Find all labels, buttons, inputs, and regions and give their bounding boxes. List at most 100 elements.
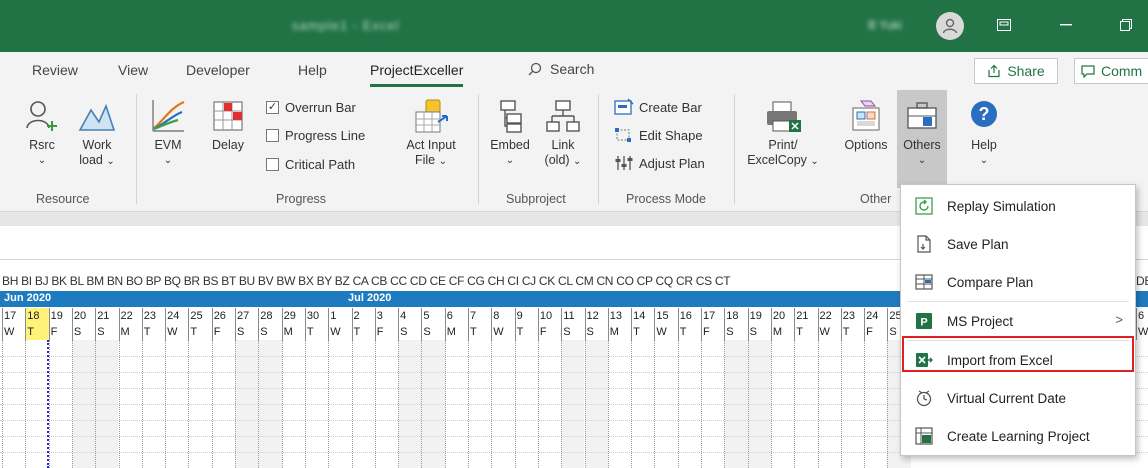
tab-view[interactable]: View	[118, 62, 148, 78]
day-cell: 10	[537, 308, 561, 324]
act-input-file-button[interactable]: Act Input File ⌄	[396, 98, 466, 169]
menu-item-compare-plan[interactable]: Compare Plan	[901, 263, 1135, 301]
tab-review[interactable]: Review	[32, 62, 78, 78]
search-box[interactable]: Search	[528, 61, 594, 77]
create-bar-icon	[614, 98, 634, 115]
rsrc-button[interactable]: Rsrc ⌄	[22, 98, 62, 168]
weekday-cell: F	[48, 324, 72, 340]
toolbox-icon	[907, 102, 937, 129]
menu-label: Virtual Current Date	[947, 390, 1067, 406]
menu-label: Replay Simulation	[947, 198, 1056, 214]
checkbox-checked-icon: ✓	[266, 101, 279, 114]
workload-button[interactable]: Work load ⌄	[72, 98, 122, 169]
tab-developer[interactable]: Developer	[186, 62, 250, 78]
day-cell: 26	[211, 308, 235, 324]
day-cell: 8	[491, 308, 514, 324]
others-dropdown-menu: Replay Simulation Save Plan Compare Plan…	[900, 184, 1136, 456]
day-cell: 13	[607, 308, 631, 324]
help-button[interactable]: ? Help ⌄	[962, 98, 1006, 168]
evm-chart-icon	[152, 100, 185, 132]
excelcopy-label: ExcelCopy	[747, 153, 807, 167]
menu-item-replay-simulation[interactable]: Replay Simulation	[901, 187, 1135, 225]
share-button[interactable]: Share	[974, 58, 1058, 84]
create-bar-button[interactable]: Create Bar	[614, 98, 702, 116]
menu-item-save-plan[interactable]: Save Plan	[901, 225, 1135, 263]
day-cell: 29	[281, 308, 305, 324]
weekday-cell: M	[444, 324, 468, 340]
day-cell: 2	[351, 308, 375, 324]
critical-path-label: Critical Path	[285, 157, 356, 172]
adjust-plan-label: Adjust Plan	[639, 155, 705, 171]
comments-button[interactable]: Comm	[1074, 58, 1148, 84]
ms-project-icon: P	[913, 310, 935, 332]
link-old-button[interactable]: Link (old) ⌄	[540, 98, 586, 169]
weekday-cell: S	[747, 324, 771, 340]
print-excelcopy-button[interactable]: Print/ ExcelCopy ⌄	[746, 98, 820, 169]
day-cell: 7	[468, 308, 491, 324]
overrun-bar-checkbox[interactable]: ✓ Overrun Bar	[266, 100, 356, 115]
chevron-down-icon: ⌄	[163, 155, 173, 166]
user-name: B Yuki	[868, 18, 902, 32]
weekday-cell: F	[701, 324, 724, 340]
resource-add-icon	[26, 101, 57, 131]
day-cell: 16	[677, 308, 701, 324]
weekday-cell: T	[141, 324, 165, 340]
replay-icon	[913, 195, 935, 217]
others-button[interactable]: Others ⌄	[897, 98, 947, 168]
delay-button[interactable]: Delay	[208, 98, 248, 153]
day-cell: 19	[747, 308, 771, 324]
chevron-down-icon: ⌄	[810, 156, 819, 167]
restore-button[interactable]	[1106, 10, 1146, 40]
weekday-cell: M	[607, 324, 631, 340]
weekday-cell: S	[95, 324, 118, 340]
column-header-tail: DE	[1136, 274, 1148, 288]
weekday-cell: T	[25, 324, 49, 340]
day-cell: 15	[654, 308, 677, 324]
menu-item-create-learning-project[interactable]: Create Learning Project	[901, 417, 1135, 455]
group-label-process-mode: Process Mode	[626, 192, 706, 206]
ribbon-display-icon	[997, 19, 1011, 31]
progress-line-label: Progress Line	[285, 128, 366, 143]
evm-button[interactable]: EVM ⌄	[146, 98, 190, 168]
weekday-cell: T	[468, 324, 491, 340]
workload-icon	[78, 103, 116, 131]
day-cell: 27	[235, 308, 258, 324]
menu-item-virtual-current-date[interactable]: Virtual Current Date	[901, 379, 1135, 417]
weekday-cell: T	[514, 324, 538, 340]
adjust-plan-button[interactable]: Adjust Plan	[614, 154, 705, 172]
evm-label: EVM	[154, 138, 182, 152]
day-cell: 17	[2, 308, 25, 324]
progress-line-checkbox[interactable]: Progress Line	[266, 128, 365, 143]
save-plan-icon	[913, 233, 935, 255]
menu-item-ms-project[interactable]: P MS Project >	[901, 302, 1135, 340]
critical-path-checkbox[interactable]: Critical Path	[266, 157, 355, 172]
weekday-cell: S	[235, 324, 258, 340]
day-cell: 23	[141, 308, 165, 324]
minimize-button[interactable]	[1046, 10, 1086, 40]
edit-shape-button[interactable]: Edit Shape	[614, 126, 703, 144]
weekday-cell: T	[794, 324, 817, 340]
embed-button[interactable]: Embed ⌄	[486, 98, 534, 168]
title-bar: sample1 - Excel B Yuki	[0, 0, 1148, 52]
link-old-label: (old)	[544, 153, 570, 167]
person-icon	[942, 18, 958, 34]
tab-help[interactable]: Help	[298, 62, 327, 78]
chevron-down-icon: ⌄	[37, 155, 47, 166]
day-cell: 22	[118, 308, 142, 324]
weekday-cell: T	[840, 324, 864, 340]
chevron-down-icon: ⌄	[438, 156, 448, 167]
month-label-jul: Jul 2020	[348, 292, 392, 304]
print-label: Print/	[768, 138, 798, 152]
weekday-cell: W	[2, 324, 25, 340]
day-cell: 4	[398, 308, 421, 324]
ribbon-tabs: Review View Developer Help ProjectExcell…	[0, 52, 1148, 88]
options-button[interactable]: Options	[838, 98, 894, 153]
menu-item-import-from-excel[interactable]: Import from Excel	[901, 341, 1135, 379]
weekday-cell: S	[71, 324, 95, 340]
avatar[interactable]	[936, 12, 964, 40]
tab-projectexceller[interactable]: ProjectExceller	[370, 62, 464, 87]
ribbon-display-button[interactable]	[984, 10, 1024, 40]
today-line	[46, 340, 49, 468]
act-input-icon	[415, 99, 448, 133]
edit-shape-label: Edit Shape	[639, 127, 703, 143]
